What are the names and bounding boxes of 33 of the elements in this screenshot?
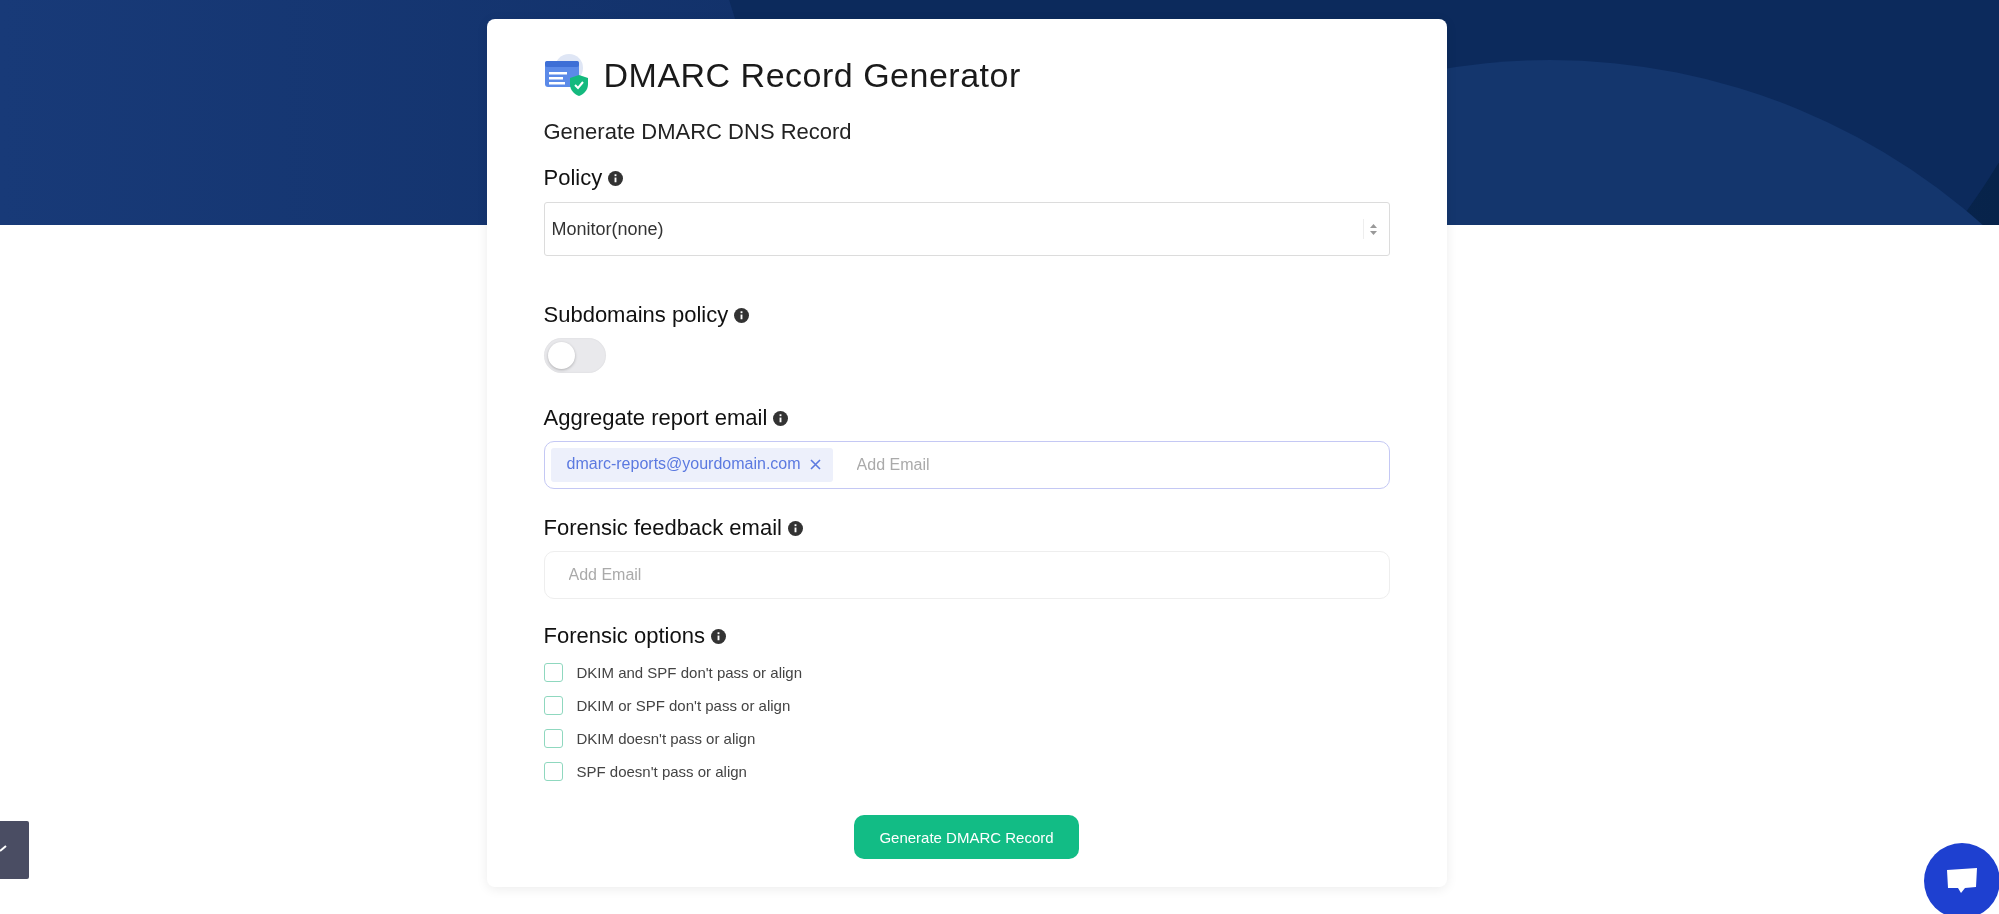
field-label: Forensic feedback email <box>543 515 782 541</box>
field-label: Subdomains policy <box>543 302 729 328</box>
field-label: Aggregate report email <box>543 405 768 431</box>
generate-button[interactable]: Generate DMARC Record <box>854 815 1079 859</box>
email-input[interactable]: Add Email <box>854 455 1383 475</box>
email-field[interactable]: dmarc-reports@yourdomain.com Add Email <box>543 441 1390 489</box>
checkbox[interactable] <box>543 729 563 748</box>
info-icon <box>608 170 624 186</box>
option-label: DKIM doesn't pass or align <box>576 730 756 747</box>
option-label: DKIM and SPF don't pass or align <box>576 664 802 681</box>
email-field[interactable]: Add Email <box>543 551 1390 599</box>
field-label: Forensic options <box>543 623 705 649</box>
policy-select[interactable]: Monitor(none) <box>543 202 1390 256</box>
info-icon <box>734 307 750 323</box>
info-icon <box>710 628 726 644</box>
checkbox[interactable] <box>543 663 563 682</box>
remove-icon[interactable] <box>809 458 821 470</box>
info-icon <box>773 410 789 426</box>
info-icon <box>787 520 803 536</box>
email-input[interactable]: Add Email <box>566 565 1383 585</box>
section-subtitle: Generate DMARC DNS Record <box>543 119 852 144</box>
option-label: SPF doesn't pass or align <box>576 763 747 780</box>
checkbox[interactable] <box>543 696 563 715</box>
page-title: DMARC Record Generator <box>603 55 1021 95</box>
dns-shield-icon <box>543 53 590 97</box>
checkbox[interactable] <box>543 762 563 781</box>
field-label: Policy <box>543 165 603 191</box>
chat-bubble-icon <box>1945 867 1979 895</box>
up-down-caret-icon <box>1369 223 1377 235</box>
toggle-switch[interactable] <box>543 338 606 373</box>
option-label: DKIM or SPF don't pass or align <box>576 697 791 714</box>
email-text: dmarc-reports@yourdomain.com <box>566 455 801 473</box>
scroll-top-button[interactable] <box>0 821 29 879</box>
